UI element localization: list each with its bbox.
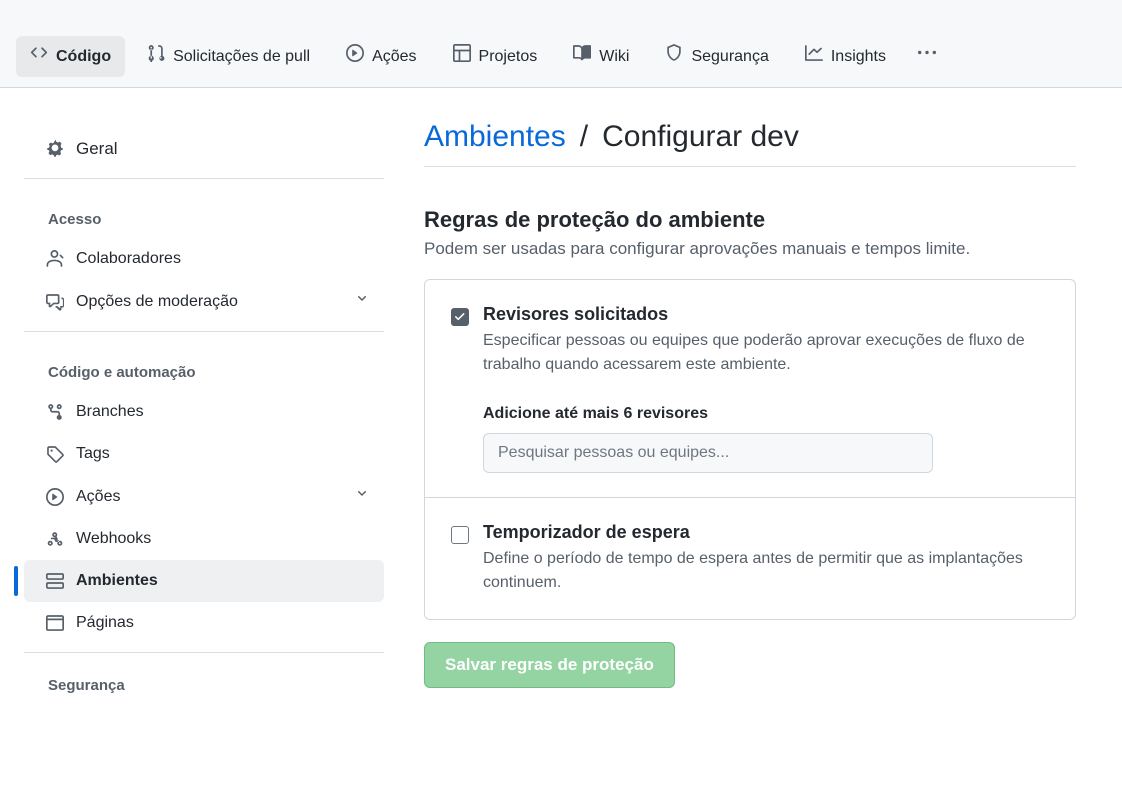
protection-rules-heading: Regras de proteção do ambiente (424, 207, 1076, 233)
protection-rules-box: Revisores solicitados Especificar pessoa… (424, 279, 1076, 620)
rule-required-reviewers: Revisores solicitados Especificar pessoa… (425, 280, 1075, 497)
play-icon (346, 44, 364, 69)
graph-icon (805, 44, 823, 69)
settings-content: Ambientes / Configurar dev Regras de pro… (400, 120, 1100, 728)
sidebar-item-tags[interactable]: Tags (24, 433, 384, 475)
sidebar-item-collaborators[interactable]: Colaboradores (24, 238, 384, 280)
sidebar-item-environments[interactable]: Ambientes (24, 560, 384, 602)
sidebar-item-label: Colaboradores (76, 248, 181, 270)
save-protection-rules-button[interactable]: Salvar regras de proteção (424, 642, 675, 688)
sidebar-item-branches[interactable]: Branches (24, 391, 384, 433)
tag-icon (46, 445, 64, 463)
reviewers-search-input[interactable] (483, 433, 933, 473)
chevron-down-icon (354, 290, 370, 313)
breadcrumb-separator: / (574, 120, 594, 154)
git-branch-icon (46, 403, 64, 421)
required-reviewers-checkbox[interactable] (451, 308, 469, 326)
sidebar-item-pages[interactable]: Páginas (24, 602, 384, 644)
sidebar-item-label: Páginas (76, 612, 134, 634)
wait-timer-checkbox[interactable] (451, 526, 469, 544)
settings-sidebar: Geral Acesso Colaboradores Opções de mod… (0, 120, 400, 728)
sidebar-item-label: Branches (76, 401, 144, 423)
play-icon (46, 488, 64, 506)
add-reviewers-label: Adicione até mais 6 revisores (483, 405, 1049, 423)
tab-actions[interactable]: Ações (332, 36, 430, 77)
tab-label: Ações (372, 46, 416, 68)
sidebar-heading-code: Código e automação (24, 348, 384, 391)
shield-icon (665, 44, 683, 69)
tab-overflow-menu[interactable] (908, 36, 946, 77)
sidebar-item-label: Ambientes (76, 570, 158, 592)
kebab-icon (918, 44, 936, 69)
wait-timer-desc: Define o período de tempo de espera ante… (483, 547, 1049, 595)
repo-top-nav: Código Solicitações de pull Ações Projet… (0, 0, 1122, 88)
check-icon (454, 311, 466, 323)
tab-wiki[interactable]: Wiki (559, 36, 643, 77)
sidebar-item-moderation[interactable]: Opções de moderação (24, 280, 384, 323)
sidebar-item-webhooks[interactable]: Webhooks (24, 518, 384, 560)
people-icon (46, 250, 64, 268)
tab-insights[interactable]: Insights (791, 36, 900, 77)
comment-discussion-icon (46, 293, 64, 311)
chevron-down-icon (354, 485, 370, 508)
rule-wait-timer: Temporizador de espera Define o período … (425, 497, 1075, 619)
code-icon (30, 44, 48, 69)
sidebar-item-label: Opções de moderação (76, 291, 238, 313)
table-icon (453, 44, 471, 69)
breadcrumb: Ambientes / Configurar dev (424, 120, 1076, 167)
breadcrumb-current: Configurar dev (602, 120, 799, 154)
sidebar-heading-access: Acesso (24, 195, 384, 238)
sidebar-item-label: Tags (76, 443, 110, 465)
required-reviewers-title: Revisores solicitados (483, 304, 1049, 325)
browser-icon (46, 614, 64, 632)
tab-label: Projetos (479, 46, 538, 68)
sidebar-item-label: Webhooks (76, 528, 151, 550)
tab-label: Solicitações de pull (173, 46, 310, 68)
sidebar-item-label: Geral (76, 138, 118, 160)
tab-label: Wiki (599, 46, 629, 68)
tab-security[interactable]: Segurança (651, 36, 782, 77)
sidebar-item-label: Ações (76, 486, 120, 508)
book-icon (573, 44, 591, 69)
webhook-icon (46, 530, 64, 548)
sidebar-item-actions[interactable]: Ações (24, 475, 384, 518)
sidebar-heading-security: Segurança (24, 661, 384, 704)
git-pull-request-icon (147, 44, 165, 69)
tab-pull-requests[interactable]: Solicitações de pull (133, 36, 324, 77)
tab-label: Segurança (691, 46, 768, 68)
tab-code[interactable]: Código (16, 36, 125, 77)
tab-label: Código (56, 46, 111, 68)
tab-projects[interactable]: Projetos (439, 36, 552, 77)
wait-timer-title: Temporizador de espera (483, 522, 1049, 543)
tab-label: Insights (831, 46, 886, 68)
required-reviewers-desc: Especificar pessoas ou equipes que poder… (483, 329, 1049, 377)
protection-rules-subheading: Podem ser usadas para configurar aprovaç… (424, 239, 1076, 259)
gear-icon (46, 140, 64, 158)
sidebar-item-general[interactable]: Geral (24, 128, 384, 170)
breadcrumb-root-link[interactable]: Ambientes (424, 120, 566, 154)
server-icon (46, 572, 64, 590)
